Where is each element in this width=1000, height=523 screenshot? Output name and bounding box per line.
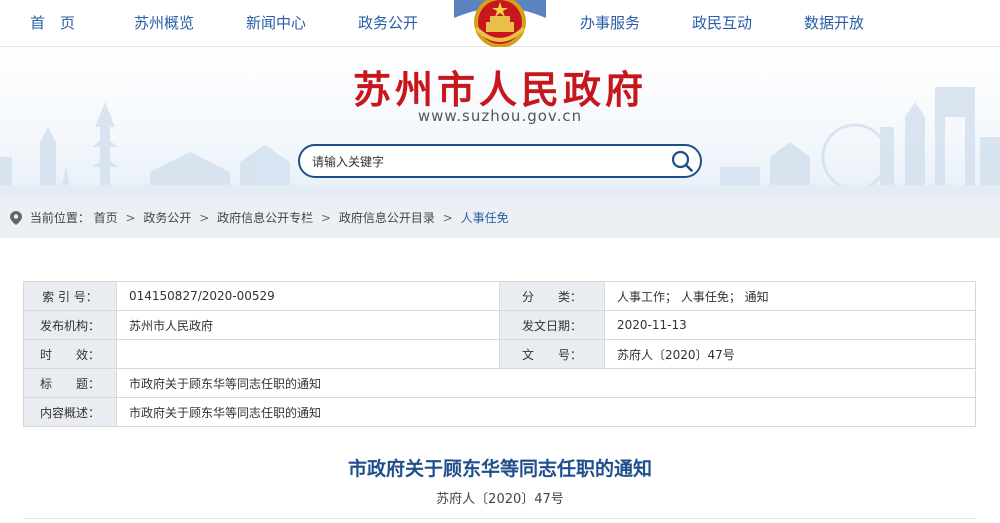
docno-value: 苏府人〔2020〕47号 (604, 339, 976, 369)
nav-open-data[interactable]: 数据开放 (804, 12, 864, 33)
validity-value (116, 339, 500, 369)
breadcrumb-separator: > (442, 210, 453, 225)
nav-interaction[interactable]: 政民互动 (692, 12, 752, 33)
breadcrumb-bar: 当前位置： 首页 > 政务公开 > 政府信息公开专栏 > 政府信息公开目录 > … (0, 197, 1000, 238)
breadcrumb-home[interactable]: 首页 (94, 211, 118, 225)
table-row: 索 引 号： 014150827/2020-00529 分 类： 人事工作； 人… (23, 281, 976, 311)
date-value: 2020-11-13 (604, 310, 976, 340)
publisher-value: 苏州市人民政府 (116, 310, 500, 340)
breadcrumb-info-column[interactable]: 政府信息公开专栏 (217, 211, 313, 225)
summary-value: 市政府关于顾东华等同志任职的通知 (116, 397, 976, 427)
site-header: 苏州市人民政府 www.suzhou.gov.cn (0, 47, 1000, 197)
site-title: 苏州市人民政府 (352, 67, 647, 112)
subject-value: 市政府关于顾东华等同志任职的通知 (116, 368, 976, 398)
breadcrumb-separator: > (320, 210, 332, 225)
category-label: 分 类： (499, 281, 605, 311)
validity-label: 时 效： (23, 339, 117, 369)
search-box (298, 144, 702, 178)
breadcrumb: 当前位置： 首页 > 政务公开 > 政府信息公开专栏 > 政府信息公开目录 > … (10, 209, 509, 226)
breadcrumb-separator: > (199, 210, 210, 225)
location-pin-icon (10, 210, 22, 225)
site-url[interactable]: www.suzhou.gov.cn (0, 107, 1000, 125)
nav-home[interactable]: 首 页 (30, 12, 75, 33)
breadcrumb-info-catalog[interactable]: 政府信息公开目录 (339, 211, 435, 225)
search-icon[interactable] (670, 149, 694, 173)
divider (23, 518, 976, 519)
summary-label: 内容概述： (23, 397, 117, 427)
table-row: 发布机构： 苏州市人民政府 发文日期： 2020-11-13 (23, 310, 976, 340)
date-label: 发文日期： (499, 310, 605, 340)
breadcrumb-label: 当前位置： (29, 211, 90, 225)
document-title: 市政府关于顾东华等同志任职的通知 (347, 458, 652, 480)
nav-government-affairs[interactable]: 政务公开 (358, 12, 418, 33)
breadcrumb-current[interactable]: 人事任免 (461, 211, 509, 225)
publisher-label: 发布机构： (23, 310, 117, 340)
subject-label: 标 题： (23, 368, 117, 398)
top-nav: 首 页 苏州概览 新闻中心 政务公开 办事服务 政民互动 数据开放 (0, 0, 1000, 48)
table-row: 时 效： 文 号： 苏府人〔2020〕47号 (23, 339, 976, 369)
table-row: 标 题： 市政府关于顾东华等同志任职的通知 (23, 368, 976, 398)
breadcrumb-government-affairs[interactable]: 政务公开 (143, 211, 191, 225)
document-number: 苏府人〔2020〕47号 (436, 492, 564, 507)
breadcrumb-separator: > (125, 210, 136, 225)
nav-services[interactable]: 办事服务 (580, 12, 640, 33)
document-info-table: 索 引 号： 014150827/2020-00529 分 类： 人事工作； 人… (23, 281, 976, 427)
category-value: 人事工作； 人事任免； 通知 (604, 281, 976, 311)
search-input[interactable] (310, 151, 654, 173)
national-emblem-icon (454, 0, 546, 48)
docno-label: 文 号： (499, 339, 605, 369)
table-row: 内容概述： 市政府关于顾东华等同志任职的通知 (23, 397, 976, 427)
nav-news-center[interactable]: 新闻中心 (246, 12, 306, 33)
index-label: 索 引 号： (23, 281, 117, 311)
index-value: 014150827/2020-00529 (116, 281, 500, 311)
nav-suzhou-overview[interactable]: 苏州概览 (134, 12, 194, 33)
